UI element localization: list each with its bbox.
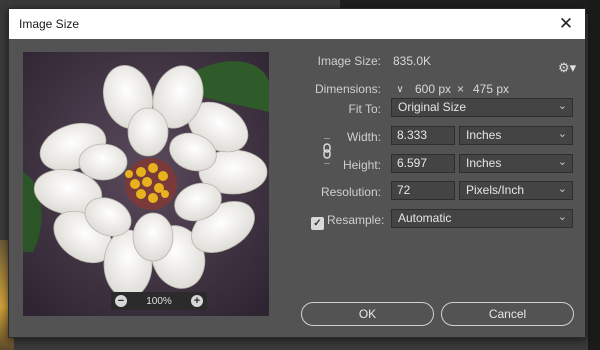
image-size-label: Image Size:	[317, 54, 381, 68]
fit-to-label: Fit To:	[348, 102, 381, 116]
gear-icon[interactable]: ⚙▾	[558, 60, 576, 76]
chevron-down-icon[interactable]: ∨	[393, 83, 407, 97]
close-icon[interactable]: ✕	[555, 13, 577, 35]
dimensions-label: Dimensions:	[314, 82, 381, 96]
zoom-control: − 100% +	[111, 292, 207, 310]
width-unit-value: Inches	[466, 128, 502, 142]
height-unit-select[interactable]: Inches ⌄	[459, 154, 573, 173]
fit-to-value: Original Size	[398, 100, 467, 114]
dimensions-times-sign: ×	[457, 82, 465, 96]
width-label: Width:	[346, 130, 381, 144]
image-size-dialog: Image Size ✕ − 100% + Image Size: 835.0K…	[8, 8, 586, 338]
resample-select[interactable]: Automatic ⌄	[391, 209, 573, 228]
host-app-panel-fragment	[588, 0, 600, 350]
height-unit-value: Inches	[466, 156, 502, 170]
chevron-down-icon: ⌄	[557, 156, 567, 168]
dimensions-width-value: 600 px	[415, 82, 452, 96]
resample-checkbox[interactable]: ✓	[311, 217, 324, 230]
ok-button[interactable]: OK	[301, 302, 434, 326]
chevron-down-icon: ⌄	[557, 183, 567, 195]
chevron-down-icon: ⌄	[557, 100, 567, 112]
chevron-down-icon: ⌄	[557, 128, 567, 140]
fit-to-select[interactable]: Original Size ⌄	[391, 98, 573, 117]
height-label: Height:	[342, 158, 381, 172]
resample-value: Automatic	[398, 211, 452, 225]
resolution-unit-select[interactable]: Pixels/Inch ⌄	[459, 181, 573, 200]
zoom-out-icon[interactable]: −	[115, 295, 127, 307]
chevron-down-icon: ⌄	[557, 211, 567, 223]
dialog-title: Image Size	[19, 17, 80, 31]
image-size-value: 835.0K	[393, 54, 432, 68]
dimensions-height-value: 475 px	[473, 82, 510, 96]
image-preview[interactable]: − 100% +	[23, 52, 269, 316]
resolution-field[interactable]: 72	[391, 181, 455, 200]
width-field[interactable]: 8.333	[391, 126, 455, 145]
resolution-label: Resolution:	[320, 185, 381, 199]
dialog-titlebar: Image Size ✕	[9, 9, 585, 39]
width-unit-select[interactable]: Inches ⌄	[459, 126, 573, 145]
resolution-unit-value: Pixels/Inch	[466, 183, 525, 197]
cancel-button[interactable]: Cancel	[441, 302, 574, 326]
height-field[interactable]: 6.597	[391, 154, 455, 173]
zoom-in-icon[interactable]: +	[190, 295, 203, 307]
flower-photo	[23, 52, 269, 316]
resample-label: Resample:	[327, 213, 385, 227]
zoom-level: 100%	[146, 295, 172, 307]
